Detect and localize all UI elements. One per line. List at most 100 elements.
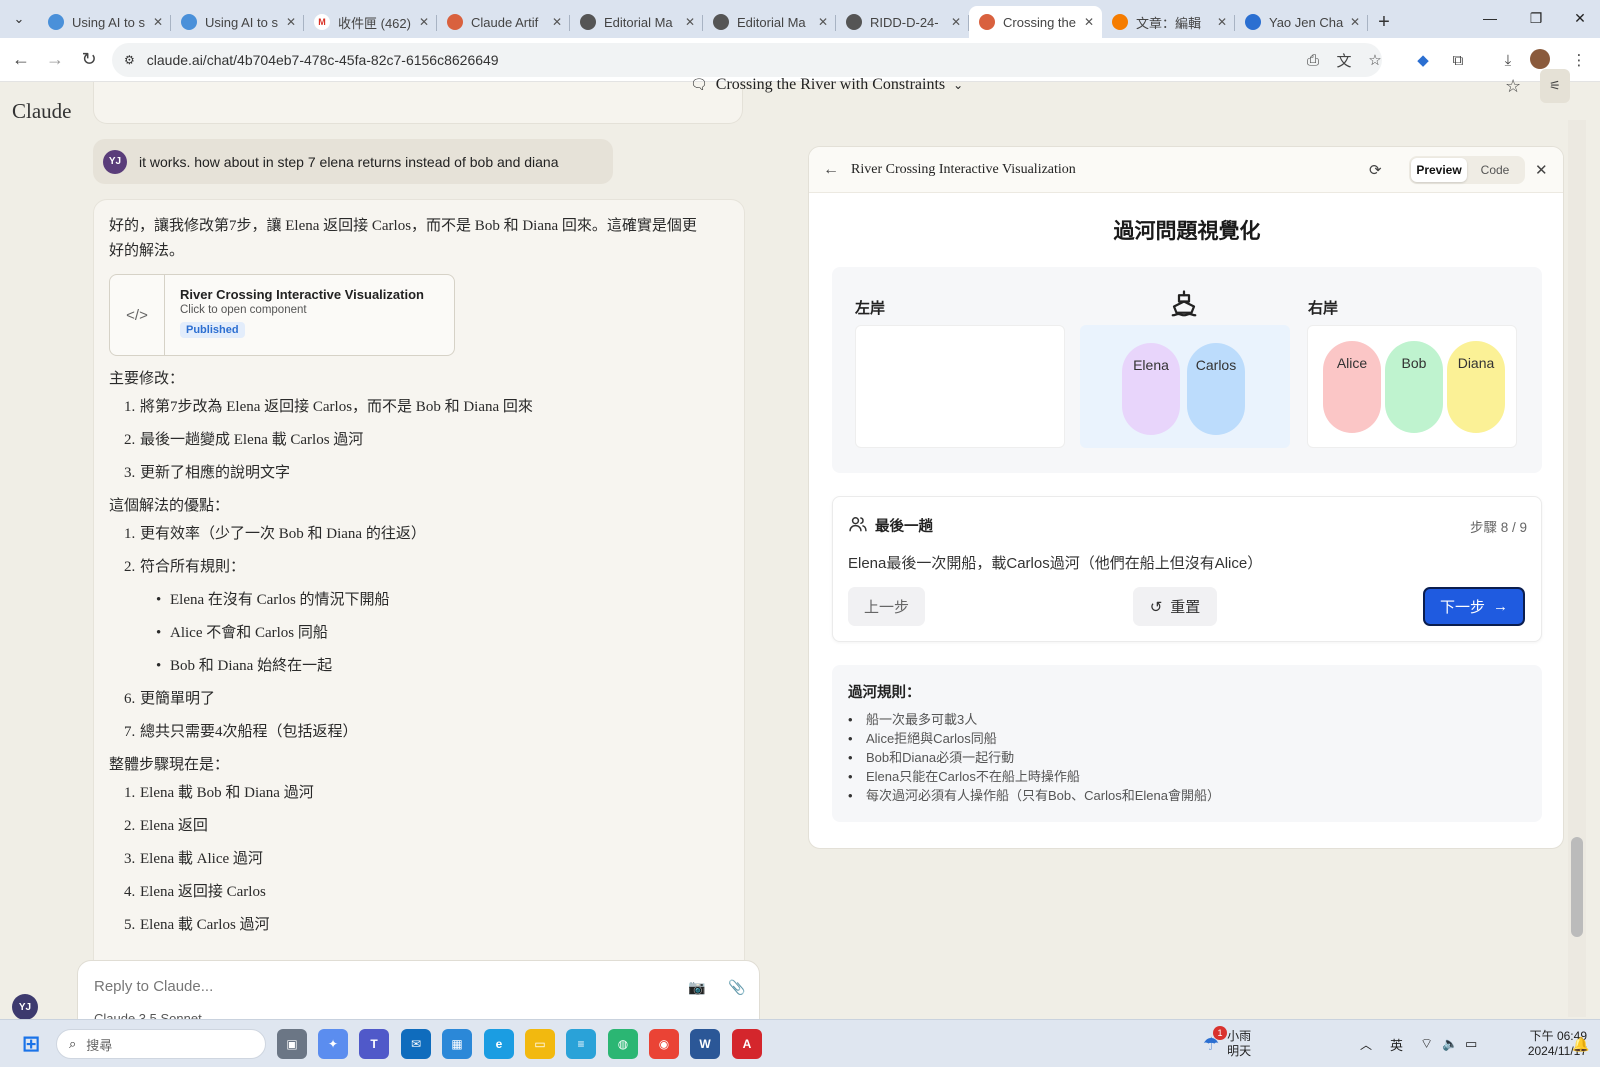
chat-settings-icon[interactable]: ⚟	[1540, 69, 1570, 103]
rule-item: 每次過河必須有人操作船（只有Bob、Carlos和Elena會開船）	[848, 786, 1526, 805]
address-bar[interactable]: ⚙ claude.ai/chat/4b704eb7-478c-45fa-82c7…	[112, 43, 1382, 77]
browser-tab[interactable]: Using AI to s ✕	[171, 6, 304, 38]
previous-step-button[interactable]: 上一步	[848, 587, 925, 626]
claude-app: Claude 🗨 Crossing the River with Constra…	[0, 69, 1600, 1035]
browser-tab[interactable]: 文章：編輯 ✕	[1102, 6, 1235, 38]
person-carlos: Carlos	[1187, 343, 1245, 435]
minimize-window-icon[interactable]: —	[1467, 0, 1513, 36]
browser-tab[interactable]: Crossing the ✕	[969, 6, 1102, 38]
camera-icon[interactable]: 📷	[688, 979, 705, 996]
list-item: 更有效率（少了一次 Bob 和 Diana 的往返）	[124, 523, 744, 545]
chevron-up-icon[interactable]: ︿	[1360, 1020, 1372, 1067]
site-info-icon[interactable]: ⚙	[124, 53, 135, 67]
claude-icon	[979, 14, 995, 30]
next-step-button[interactable]: 下一步 →	[1423, 587, 1525, 626]
previous-message-faded	[93, 82, 743, 124]
reply-input[interactable]: Reply to Claude...	[94, 978, 213, 995]
tab-close-icon[interactable]: ✕	[1350, 15, 1360, 29]
tab-close-icon[interactable]: ✕	[153, 15, 163, 29]
sidebar-user-avatar[interactable]: YJ	[12, 994, 38, 1020]
reset-label: 重置	[1170, 599, 1201, 616]
weather-widget[interactable]: ☂ 1 小雨 明天	[1203, 1020, 1251, 1067]
notepad-icon[interactable]: ≡	[566, 1029, 596, 1059]
taskbar-search[interactable]: ⌕ 搜尋	[56, 1029, 266, 1059]
claude-logo[interactable]: Claude	[12, 99, 71, 124]
chat-title[interactable]: 🗨 Crossing the River with Constraints ⌄	[690, 76, 963, 94]
previous-step-label: 上一步	[863, 599, 909, 616]
extension-diamond-icon[interactable]: ◆	[1412, 49, 1434, 71]
tab-close-icon[interactable]: ✕	[1084, 15, 1094, 29]
tab-code[interactable]: Code	[1467, 158, 1523, 182]
file-explorer-icon[interactable]: ▭	[525, 1029, 555, 1059]
panel-scrollbar-thumb[interactable]	[1571, 837, 1583, 937]
copilot-icon[interactable]: ✦	[318, 1029, 348, 1059]
tab-close-icon[interactable]: ✕	[951, 15, 961, 29]
task-view-icon[interactable]: ▣	[277, 1029, 307, 1059]
browser-tab[interactable]: RIDD-D-24- ✕	[836, 6, 969, 38]
browser-tab[interactable]: Editorial Ma ✕	[570, 6, 703, 38]
new-tab-plus-icon[interactable]: +	[1368, 6, 1400, 38]
star-chat-icon[interactable]: ☆	[1505, 76, 1521, 97]
person-bob: Bob	[1385, 341, 1443, 433]
browser-tab[interactable]: Yao Jen Cha ✕	[1235, 6, 1368, 38]
reload-icon[interactable]: ↻	[72, 43, 106, 77]
tab-title: Editorial Ma	[604, 14, 673, 30]
volume-icon[interactable]: 🔈	[1442, 1020, 1458, 1067]
bookmark-star-icon[interactable]: ☆	[1364, 49, 1386, 71]
globe-icon	[846, 14, 862, 30]
browser-tab[interactable]: Claude Artif ✕	[437, 6, 570, 38]
back-arrow-icon[interactable]: ←	[823, 161, 839, 179]
tab-close-icon[interactable]: ✕	[419, 15, 429, 29]
tab-search-chevron-icon[interactable]: ⌄	[0, 0, 38, 38]
forward-arrow-icon[interactable]: →	[38, 43, 72, 77]
wifi-icon[interactable]: ⌔	[1420, 1020, 1433, 1067]
downloads-icon[interactable]: ⤓	[1497, 49, 1519, 71]
battery-icon[interactable]: ▭	[1465, 1020, 1477, 1067]
restore-window-icon[interactable]: ❐	[1513, 0, 1559, 36]
artifact-card[interactable]: </> River Crossing Interactive Visualiza…	[109, 274, 455, 356]
chrome-icon[interactable]: ◉	[649, 1029, 679, 1059]
extensions-puzzle-icon[interactable]: ⧉	[1447, 49, 1469, 71]
browser-tab[interactable]: M 收件匣 (462) ✕	[304, 6, 437, 38]
windows-start-icon[interactable]: ⊞	[16, 1029, 46, 1059]
rules-met-sublist: Elena 在沒有 Carlos 的情況下開船 Alice 不會和 Carlos…	[156, 589, 744, 677]
teams-icon[interactable]: T	[359, 1029, 389, 1059]
edge-icon[interactable]: e	[484, 1029, 514, 1059]
boat-icon	[1171, 290, 1197, 317]
mail-icon[interactable]: ✉	[401, 1029, 431, 1059]
tab-preview[interactable]: Preview	[1411, 158, 1467, 182]
tab-close-icon[interactable]: ✕	[818, 15, 828, 29]
reset-button[interactable]: ↺ 重置	[1133, 587, 1217, 626]
rule-item: 船一次最多可載3人	[848, 710, 1526, 729]
word-icon[interactable]: W	[690, 1029, 720, 1059]
acrobat-icon[interactable]: A	[732, 1029, 762, 1059]
back-arrow-icon[interactable]: ←	[4, 43, 38, 77]
tab-close-icon[interactable]: ✕	[685, 15, 695, 29]
tab-title: 收件匣 (462)	[338, 15, 411, 31]
ime-indicator[interactable]: 英	[1390, 1020, 1403, 1067]
artifact-card-subtitle: Click to open component	[180, 304, 307, 316]
browser-tab[interactable]: Using AI to s ✕	[38, 6, 171, 38]
gmail-icon: M	[314, 14, 330, 30]
install-app-icon[interactable]: ⎙	[1302, 49, 1324, 71]
advantages-heading: 這個解法的優點：	[109, 498, 230, 514]
notification-bell-icon[interactable]: 🔔	[1572, 1020, 1589, 1067]
browser-menu-icon[interactable]: ⋮	[1568, 49, 1590, 71]
profile-avatar-icon[interactable]	[1530, 49, 1550, 69]
tab-close-icon[interactable]: ✕	[552, 15, 562, 29]
close-window-icon[interactable]: ✕	[1557, 0, 1600, 36]
people-icon	[849, 517, 867, 532]
tab-close-icon[interactable]: ✕	[286, 15, 296, 29]
taskbar-search-placeholder: 搜尋	[86, 1037, 113, 1053]
right-bank-zone: Alice Bob Diana	[1307, 325, 1517, 448]
browser-tab[interactable]: Editorial Ma ✕	[703, 6, 836, 38]
sub-list-item: Elena 在沒有 Carlos 的情況下開船	[156, 589, 744, 611]
close-icon[interactable]: ✕	[1535, 161, 1548, 179]
translate-icon[interactable]: 文	[1333, 49, 1355, 71]
globe-ai-icon	[48, 14, 64, 30]
paperclip-icon[interactable]: 📎	[728, 979, 745, 996]
tab-close-icon[interactable]: ✕	[1217, 15, 1227, 29]
store-icon[interactable]: ▦	[442, 1029, 472, 1059]
refresh-icon[interactable]: ⟳	[1369, 161, 1382, 179]
maps-globe-icon[interactable]: ◍	[608, 1029, 638, 1059]
